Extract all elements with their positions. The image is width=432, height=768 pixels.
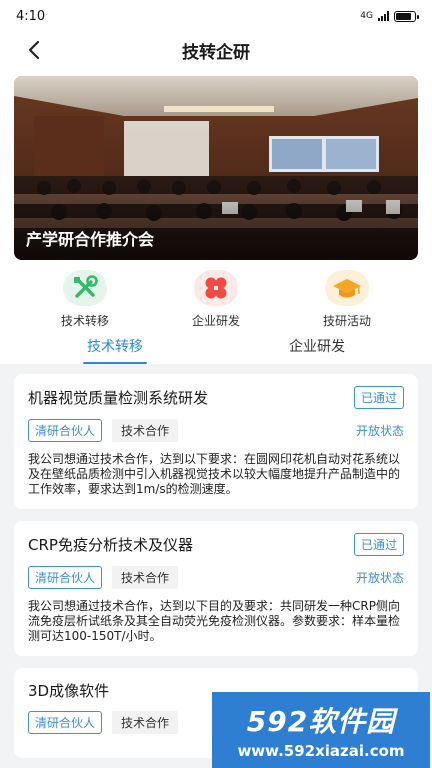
- clover-icon: [194, 270, 238, 306]
- banner[interactable]: 产学研合作推介会: [14, 76, 418, 260]
- chevron-left-icon: [28, 40, 40, 60]
- open-state: 开放状态: [355, 571, 404, 585]
- tools-icon: [63, 270, 107, 306]
- nav-bar: 技转企研: [0, 32, 432, 68]
- back-button[interactable]: [22, 38, 46, 62]
- page-title: 技转企研: [182, 42, 250, 63]
- battery-icon: [394, 10, 419, 22]
- tab-bar: 技术转移 企业研发: [14, 332, 418, 364]
- watermark-url: www.592xiazai.com: [237, 742, 405, 760]
- status-badge: 已通过: [353, 386, 404, 409]
- tab-tech-transfer[interactable]: 技术转移: [14, 332, 216, 364]
- quick-item-label: 技研活动: [322, 314, 371, 328]
- watermark: 592软件园 www.592xiazai.com: [212, 692, 430, 768]
- status-bar: 4:10 4G: [0, 0, 432, 32]
- card-title: 机器视觉质量检测系统研发: [28, 389, 209, 407]
- card-description: 我公司想通过技术合作，达到以下要求：在圆网印花机自动对花系统以及在壁纸品质检测中…: [28, 452, 401, 496]
- status-icons: 4G: [360, 10, 419, 22]
- graduation-cap-icon: [325, 270, 369, 306]
- status-badge: 已通过: [353, 533, 404, 556]
- card-title: 3D成像软件: [28, 682, 110, 700]
- quick-menu: 技术转移 企业研发 技研活动: [14, 260, 418, 332]
- partner-tag: 清研合伙人: [28, 419, 103, 442]
- quick-item-research-activity[interactable]: 技研活动: [302, 270, 392, 332]
- partner-tag: 清研合伙人: [28, 566, 103, 589]
- banner-caption: 产学研合作推介会: [26, 230, 155, 249]
- status-time: 4:10: [16, 8, 46, 24]
- open-state: 开放状态: [355, 424, 404, 438]
- card-description: 我公司想通过技术合作，达到以下目的及要求：共同研发一种CRP侧向流免疫层析试纸条…: [28, 599, 401, 643]
- project-card[interactable]: CRP免疫分析技术及仪器 已通过 清研合伙人 技术合作 开放状态 我公司想通过技…: [14, 521, 418, 656]
- quick-item-tech-transfer[interactable]: 技术转移: [40, 270, 130, 332]
- partner-tag: 清研合伙人: [28, 711, 103, 734]
- tab-enterprise-rd[interactable]: 企业研发: [216, 332, 418, 364]
- card-title: CRP免疫分析技术及仪器: [28, 536, 193, 554]
- quick-item-enterprise-rd[interactable]: 企业研发: [171, 270, 261, 332]
- type-tag: 技术合作: [112, 419, 179, 442]
- signal-icon: [378, 11, 389, 21]
- project-card[interactable]: 机器视觉质量检测系统研发 已通过 清研合伙人 技术合作 开放状态 我公司想通过技…: [14, 374, 418, 509]
- watermark-brand: 592软件园: [246, 705, 396, 738]
- quick-item-label: 技术转移: [60, 314, 109, 328]
- quick-item-label: 企业研发: [191, 314, 240, 328]
- top-section: 产学研合作推介会 技术转移 企业研发 技研活动 技术转移 企业研发: [0, 68, 432, 364]
- type-tag: 技术合作: [112, 711, 179, 734]
- network-label: 4G: [360, 11, 373, 21]
- type-tag: 技术合作: [112, 566, 179, 589]
